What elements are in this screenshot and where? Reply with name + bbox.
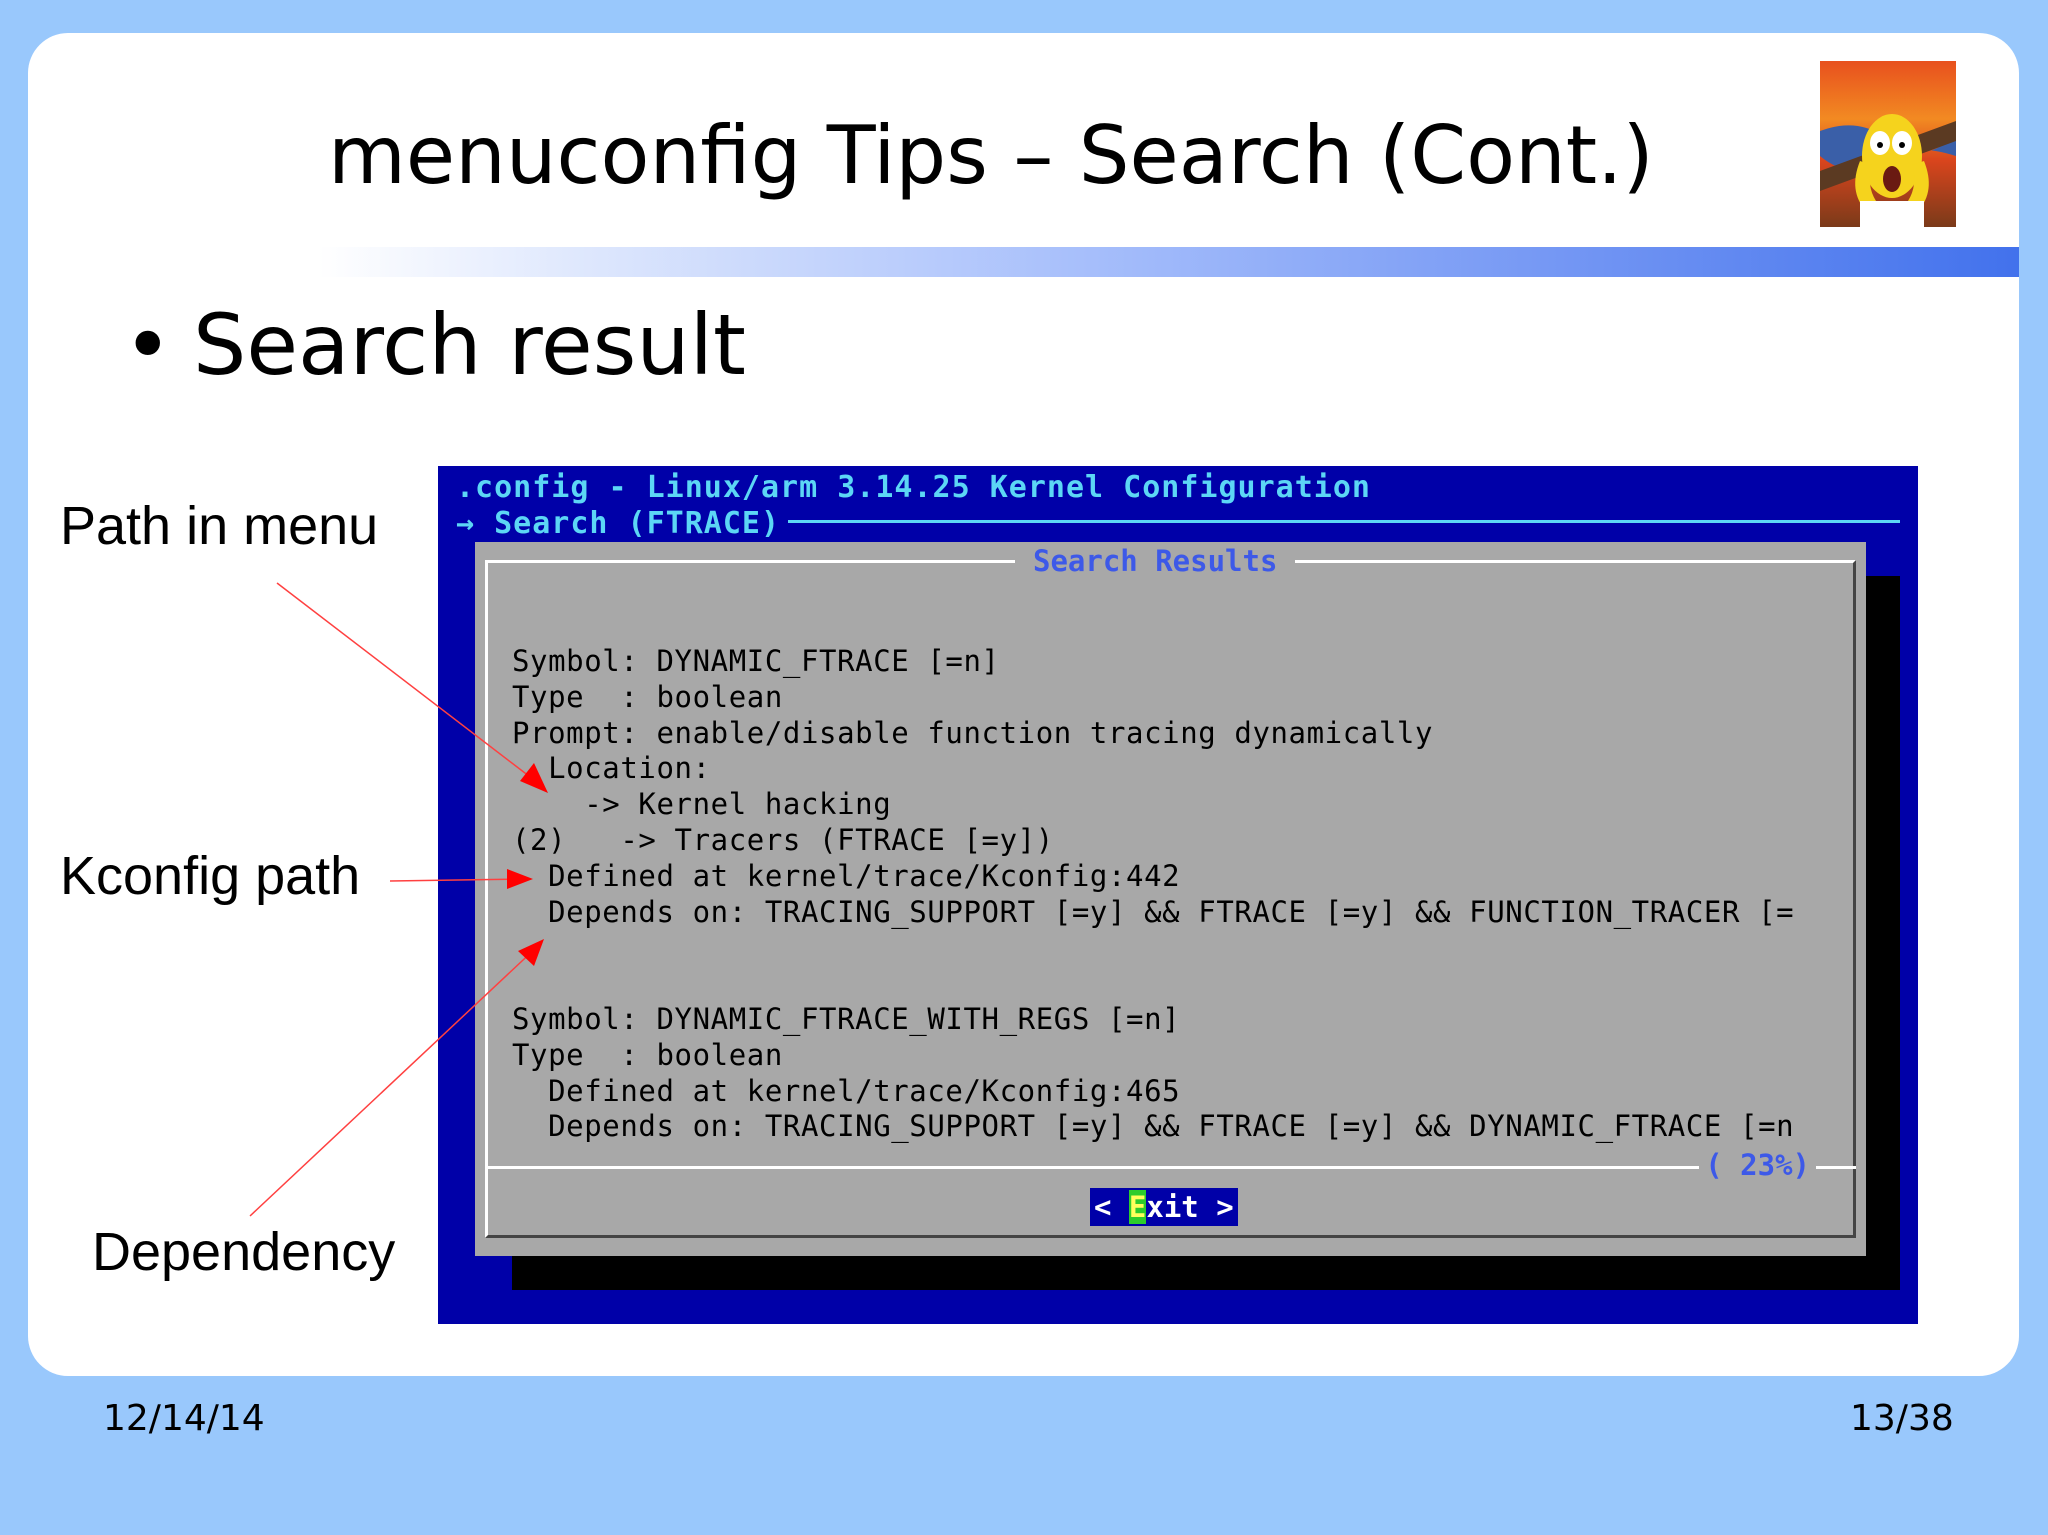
menuconfig-terminal: .config - Linux/arm 3.14.25 Kernel Confi… bbox=[438, 466, 1918, 1324]
scroll-percent: ( 23%) bbox=[1699, 1148, 1816, 1182]
slide: menuconfig Tips – Search (Cont.) • Searc… bbox=[28, 33, 2019, 1376]
exit-hotkey: E bbox=[1128, 1190, 1147, 1224]
dialog-separator bbox=[485, 1166, 1856, 1169]
footer-date: 12/14/14 bbox=[103, 1398, 265, 1439]
bullet-search-result: • Search result bbox=[123, 295, 746, 396]
label-kconfig-path: Kconfig path bbox=[60, 846, 361, 906]
terminal-header: .config - Linux/arm 3.14.25 Kernel Confi… bbox=[456, 470, 1371, 505]
title-underline-bar bbox=[318, 247, 2019, 277]
label-path-in-menu: Path in menu bbox=[60, 496, 379, 556]
exit-left: < bbox=[1094, 1190, 1129, 1224]
exit-button[interactable]: < Exit > bbox=[1090, 1188, 1238, 1226]
dialog-title: Search Results bbox=[1015, 544, 1296, 578]
search-results-dialog: Search Results Symbol: DYNAMIC_FTRACE [=… bbox=[475, 542, 1866, 1256]
terminal-rule bbox=[788, 520, 1900, 523]
terminal-breadcrumb: → Search (FTRACE) bbox=[456, 506, 781, 541]
slide-title: menuconfig Tips – Search (Cont.) bbox=[328, 109, 1654, 202]
label-dependency: Dependency bbox=[92, 1222, 396, 1282]
bullet-marker: • bbox=[123, 296, 173, 394]
author-avatar-image bbox=[1820, 61, 1956, 227]
bullet-text: Search result bbox=[193, 296, 746, 394]
footer-page-number: 13/38 bbox=[1850, 1398, 1954, 1439]
exit-rest: xit > bbox=[1146, 1190, 1234, 1224]
search-results-text: Symbol: DYNAMIC_FTRACE [=n] Type : boole… bbox=[512, 644, 1795, 1144]
